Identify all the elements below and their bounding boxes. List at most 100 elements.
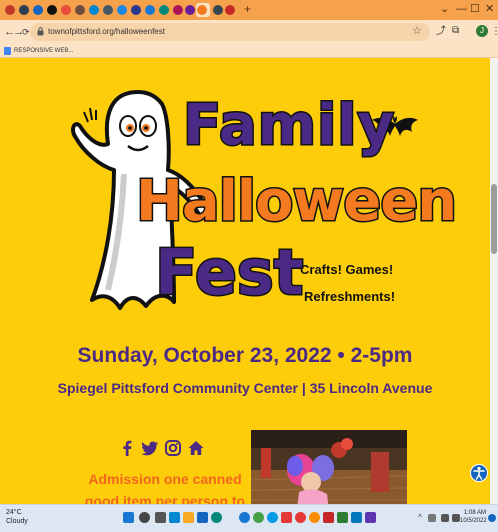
url-text: townofpittsford.org/halloweenfest	[48, 27, 165, 36]
lock-icon	[37, 27, 44, 36]
volume-icon[interactable]	[452, 514, 460, 522]
widgets-icon[interactable]	[169, 512, 180, 523]
clock-time: 1:08 AM	[463, 510, 486, 516]
edge-icon[interactable]	[211, 512, 222, 523]
tagline-refreshments: Refreshments!	[304, 289, 396, 304]
tab-favicon-icon	[61, 5, 71, 15]
title-family: Family	[181, 93, 396, 158]
home-icon[interactable]	[188, 440, 204, 456]
profile-avatar[interactable]: J	[476, 25, 488, 37]
browser-tab[interactable]	[144, 3, 156, 17]
tab-favicon-icon	[5, 5, 15, 15]
accessibility-button[interactable]	[470, 464, 488, 482]
taskbar-clock[interactable]: 1:08 AM 10/5/2022	[460, 509, 487, 525]
tab-favicon-icon	[173, 5, 183, 15]
app-icon[interactable]	[337, 512, 348, 523]
tray-icon[interactable]	[428, 514, 436, 522]
new-tab-button[interactable]: +	[244, 2, 251, 16]
event-photo	[251, 430, 407, 504]
start-icon[interactable]	[123, 512, 134, 523]
tab-search-icon[interactable]: ⌄	[440, 2, 449, 16]
close-icon[interactable]: ✕	[485, 2, 494, 16]
title-halloween: Halloween	[134, 169, 458, 234]
chrome-icon[interactable]	[309, 512, 320, 523]
app-icon[interactable]	[267, 512, 278, 523]
bookmark-item[interactable]: RESPONSIVE WEB...	[14, 46, 73, 56]
tab-favicon-icon	[225, 5, 235, 15]
browser-tab[interactable]	[18, 3, 30, 17]
tab-favicon-icon	[117, 5, 127, 15]
weather-temp: 24°C	[6, 509, 22, 516]
facebook-icon[interactable]	[119, 440, 135, 456]
task-view-icon[interactable]	[155, 512, 166, 523]
app-icon[interactable]	[365, 512, 376, 523]
browser-tab[interactable]	[224, 3, 236, 17]
browser-tab[interactable]	[88, 3, 100, 17]
bookmark-star-icon[interactable]: ☆	[412, 25, 422, 38]
browser-tab[interactable]	[74, 3, 86, 17]
document-icon	[4, 47, 11, 55]
tab-strip: + ⌄ — ☐ ✕	[0, 0, 498, 20]
tab-favicon-icon	[131, 5, 141, 15]
bookmarks-bar: RESPONSIVE WEB...	[0, 44, 498, 58]
browser-tab[interactable]	[102, 3, 114, 17]
browser-tab[interactable]	[172, 3, 184, 17]
browser-tab[interactable]	[46, 3, 58, 17]
browser-tab[interactable]	[60, 3, 72, 17]
tab-favicon-icon	[185, 5, 195, 15]
tab-favicon-icon	[145, 5, 155, 15]
browser-tab[interactable]	[130, 3, 142, 17]
app-icon[interactable]	[295, 512, 306, 523]
store-icon[interactable]	[197, 512, 208, 523]
twitter-icon[interactable]	[142, 440, 158, 456]
tab-favicon-icon	[213, 5, 223, 15]
browser-toolbar: ← → ⟳ townofpittsford.org/halloweenfest …	[0, 20, 498, 44]
extensions-icon[interactable]: ⧉	[452, 24, 459, 38]
wifi-icon[interactable]	[441, 514, 449, 522]
clock-date: 10/5/2022	[460, 518, 487, 524]
notification-icon[interactable]	[488, 514, 496, 522]
admission-text: Admission one canned good item per perso…	[84, 471, 246, 504]
scrollbar-thumb[interactable]	[491, 184, 497, 254]
weather-widget[interactable]: 24°C Cloudy	[6, 508, 28, 526]
page-content: Family Halloween Fest Crafts! Games! Ref…	[0, 58, 490, 504]
minimize-icon[interactable]: —	[456, 2, 467, 16]
title-fest: Fest	[153, 236, 304, 309]
search-icon[interactable]	[139, 512, 150, 523]
tray-chevron-icon[interactable]: ^	[418, 513, 422, 523]
app-icon[interactable]	[323, 512, 334, 523]
event-date: Sunday, October 23, 2022 • 2-5pm	[77, 344, 413, 367]
tab-favicon-icon	[75, 5, 85, 15]
tab-favicon-icon	[47, 5, 57, 15]
tagline-activities: Crafts! Games!	[300, 262, 394, 277]
menu-icon[interactable]: ⋮	[491, 25, 498, 39]
browser-tab[interactable]	[116, 3, 128, 17]
tab-favicon-icon	[197, 5, 207, 15]
browser-tab[interactable]	[4, 3, 16, 17]
tab-favicon-icon	[159, 5, 169, 15]
browser-tab[interactable]	[212, 3, 224, 17]
tab-favicon-icon	[103, 5, 113, 15]
tab-favicon-icon	[19, 5, 29, 15]
browser-tab[interactable]	[184, 3, 196, 17]
page-scrollbar[interactable]	[490, 58, 498, 504]
event-location: Spiegel Pittsford Community Center | 35 …	[57, 380, 433, 396]
share-icon[interactable]: ⤴	[436, 25, 446, 39]
vscode-icon[interactable]	[351, 512, 362, 523]
maximize-icon[interactable]: ☐	[470, 2, 480, 16]
app-icon[interactable]	[239, 512, 250, 523]
address-bar[interactable]: townofpittsford.org/halloweenfest ☆	[30, 23, 430, 41]
instagram-icon[interactable]	[165, 440, 181, 456]
weather-desc: Cloudy	[6, 518, 28, 525]
tab-favicon-icon	[89, 5, 99, 15]
browser-tab[interactable]	[32, 3, 44, 17]
reload-icon[interactable]: ⟳	[22, 25, 30, 39]
tab-favicon-icon	[33, 5, 43, 15]
app-icon[interactable]	[281, 512, 292, 523]
file-explorer-icon[interactable]	[183, 512, 194, 523]
browser-tab[interactable]	[158, 3, 170, 17]
accessibility-icon	[473, 466, 485, 480]
app-icon[interactable]	[253, 512, 264, 523]
windows-taskbar: 24°C Cloudy ^ 1:08 AM 10/5/2022	[0, 504, 498, 532]
browser-tab-active[interactable]	[196, 3, 210, 17]
